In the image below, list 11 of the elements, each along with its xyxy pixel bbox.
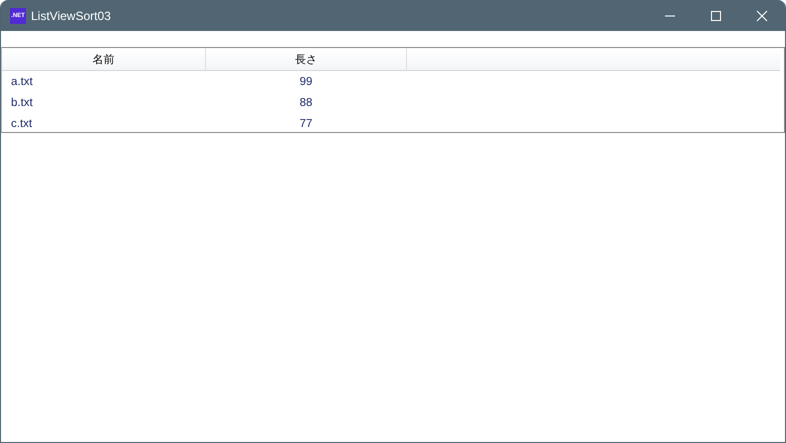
close-icon	[756, 10, 768, 22]
table-cell: c.txt	[11, 118, 32, 130]
window-title: ListViewSort03	[31, 8, 111, 22]
table-cell: a.txt	[11, 76, 33, 88]
column-header[interactable]: 名前	[2, 48, 206, 70]
column-header[interactable]: 長さ	[206, 48, 407, 70]
table-cell: 88	[300, 96, 312, 108]
table-cell: 77	[300, 118, 312, 130]
maximize-icon	[710, 10, 722, 22]
table-cell: 99	[300, 76, 312, 88]
table-cell: b.txt	[11, 96, 33, 108]
